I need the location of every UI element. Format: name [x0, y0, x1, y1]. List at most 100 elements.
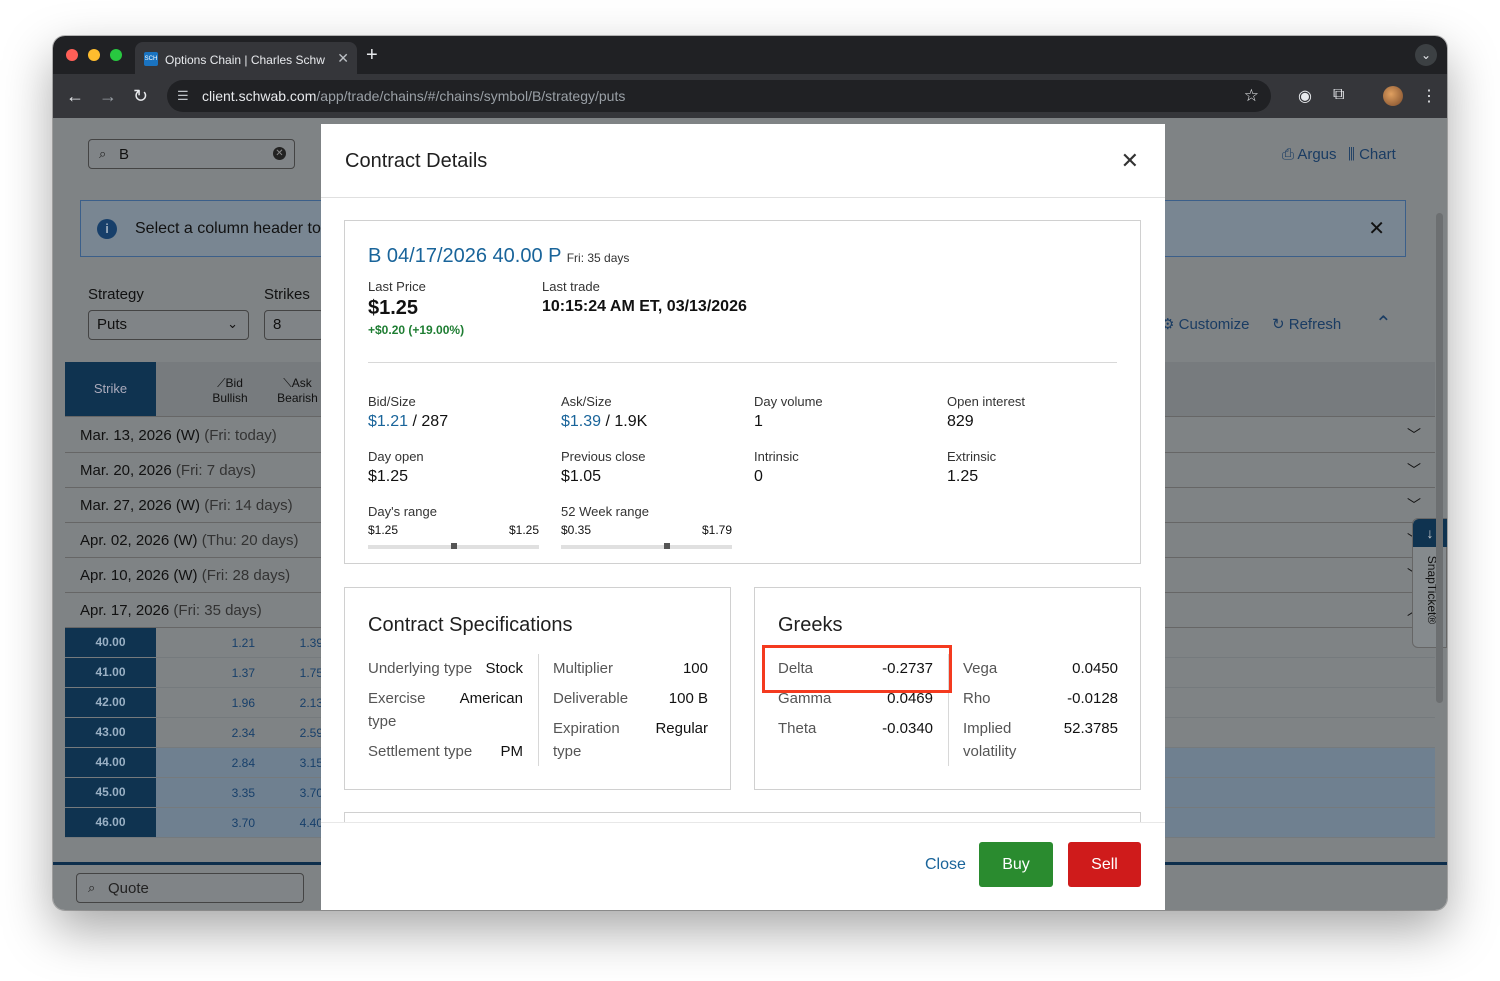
greeks-title: Greeks	[778, 614, 843, 636]
tab-search-chevron-icon[interactable]: ⌄	[1415, 44, 1437, 66]
url-field[interactable]: ☰ client.schwab.com/app/trade/chains/#/c…	[167, 80, 1271, 112]
ask-cell[interactable]: 3.70	[283, 786, 323, 800]
bid-cell[interactable]: 3.70	[215, 816, 255, 830]
strategy-select[interactable]: Puts ⌄	[88, 310, 249, 340]
chevron-down-icon[interactable]: ﹀	[1407, 460, 1421, 480]
address-bar: ← → ↻ ☰ client.schwab.com/app/trade/chai…	[53, 74, 1447, 118]
maximize-window-button[interactable]	[110, 49, 122, 61]
chevron-down-icon: ⌄	[227, 316, 238, 331]
expiration-detail: (Fri: 35 days)	[173, 602, 262, 619]
contract-name: B 04/17/2026 40.00 P	[368, 245, 562, 267]
last-trade-label: Last trade	[542, 279, 600, 294]
bookmark-star-icon[interactable]: ☆	[1244, 86, 1259, 106]
exercise-type-label: Exercise type	[368, 690, 426, 730]
strike-column-header[interactable]: Strike	[65, 362, 156, 416]
reload-icon[interactable]: ↻	[133, 86, 148, 107]
strike-cell[interactable]: 43.00	[65, 718, 156, 747]
buy-button[interactable]: Buy	[979, 842, 1053, 887]
strikes-select[interactable]: 8	[264, 310, 324, 340]
symbol-search-value: B	[119, 146, 130, 163]
customize-label: Customize	[1178, 316, 1250, 333]
browser-tab[interactable]: SCH Options Chain | Charles Schw ✕	[135, 42, 357, 74]
vega-label: Vega	[963, 660, 998, 677]
last-price-label: Last Price	[368, 279, 426, 294]
previous-close-value: $1.05	[561, 468, 602, 485]
extensions-puzzle-icon[interactable]: ⧉	[1333, 86, 1344, 104]
sell-button[interactable]: Sell	[1068, 842, 1141, 887]
page-scrollbar[interactable]	[1436, 213, 1443, 703]
close-dialog-icon[interactable]: ✕	[1121, 148, 1139, 174]
chevron-down-icon[interactable]: ﹀	[1407, 495, 1421, 515]
strike-cell[interactable]: 44.00	[65, 748, 156, 777]
ask-cell[interactable]: 4.40	[283, 816, 323, 830]
collapse-up-icon[interactable]: ⌃	[1375, 311, 1392, 336]
strategy-value: Puts	[97, 316, 128, 333]
strike-cell[interactable]: 46.00	[65, 808, 156, 837]
ask-cell[interactable]: 3.15	[283, 756, 323, 770]
bid-cell[interactable]: 2.84	[215, 756, 255, 770]
expiration-date: Mar. 13, 2026 (W)	[80, 427, 201, 444]
ask-cell[interactable]: 2.13	[283, 696, 323, 710]
quote-input[interactable]: ⌕ Quote	[76, 873, 304, 903]
refresh-button[interactable]: ↻ Refresh	[1272, 315, 1341, 333]
ask-column-header[interactable]: ⟍Ask Bearish	[270, 376, 325, 406]
close-tab-icon[interactable]: ✕	[337, 50, 349, 67]
bid-cell[interactable]: 1.37	[215, 666, 255, 680]
strike-cell[interactable]: 41.00	[65, 658, 156, 687]
close-window-button[interactable]	[66, 49, 78, 61]
strike-cell[interactable]: 40.00	[65, 628, 156, 657]
multiplier-value: 100	[682, 660, 708, 677]
close-button[interactable]: Close	[925, 856, 966, 874]
contract-details-dialog: Contract Details ✕ B 04/17/2026 40.00 P …	[321, 124, 1165, 910]
ask-cell[interactable]: 1.39	[283, 636, 323, 650]
argus-link[interactable]: ⎙ Argus	[1282, 146, 1337, 163]
expiration-label: Mar. 27, 2026 (W) (Fri: 14 days)	[80, 497, 293, 514]
bid-cell[interactable]: 3.35	[215, 786, 255, 800]
password-manager-icon[interactable]: ◉	[1298, 86, 1312, 106]
bid-cell[interactable]: 1.96	[215, 696, 255, 710]
day-volume-value: 1	[754, 413, 763, 430]
chart-link[interactable]: ⫼ Chart	[1348, 146, 1396, 163]
bid-column-header[interactable]: ⟋Bid Bullish	[205, 376, 255, 406]
additional-section-card	[344, 812, 1141, 822]
bid-size-label: Bid/Size	[368, 394, 416, 409]
ask-size-value: $1.39 / 1.9K	[561, 413, 648, 430]
close-banner-icon[interactable]: ✕	[1368, 216, 1385, 241]
symbol-search-input[interactable]: ⌕ B ✕	[88, 139, 295, 169]
browser-menu-icon[interactable]: ⋮	[1421, 86, 1437, 106]
minimize-window-button[interactable]	[88, 49, 100, 61]
ask-header-sub: Bearish	[277, 391, 318, 405]
site-info-icon[interactable]: ☰	[177, 88, 189, 104]
ask-cell[interactable]: 2.59	[283, 726, 323, 740]
clear-search-icon[interactable]: ✕	[273, 147, 286, 160]
tab-bar: SCH Options Chain | Charles Schw ✕ + ⌄	[53, 36, 1447, 74]
contract-summary-card: B 04/17/2026 40.00 P Fri: 35 days Last P…	[344, 220, 1141, 564]
week52-marker	[664, 543, 670, 549]
specifications-title: Contract Specifications	[368, 614, 573, 636]
customize-button[interactable]: ⚙ Customize	[1161, 315, 1249, 333]
back-arrow-icon[interactable]: ←	[66, 86, 84, 107]
price-change: +$0.20 (+19.00%)	[368, 323, 465, 337]
week52-high: $1.79	[701, 523, 732, 537]
deliverable-label: Deliverable	[553, 690, 629, 707]
expiration-detail: (Fri: 14 days)	[204, 497, 293, 514]
new-tab-button[interactable]: +	[366, 44, 378, 67]
strike-cell[interactable]: 45.00	[65, 778, 156, 807]
chevron-down-icon[interactable]: ﹀	[1407, 425, 1421, 445]
profile-avatar[interactable]	[1383, 86, 1403, 106]
ask-cell[interactable]: 1.75	[283, 666, 323, 680]
bid-cell[interactable]: 1.21	[215, 636, 255, 650]
last-price-value: $1.25	[368, 297, 419, 319]
underlying-type-label: Underlying type	[368, 660, 473, 677]
bid-trend-icon: ⟋	[217, 376, 226, 390]
bid-cell[interactable]: 2.34	[215, 726, 255, 740]
strike-cell[interactable]: 42.00	[65, 688, 156, 717]
multiplier-label: Multiplier	[553, 660, 614, 677]
forward-arrow-icon[interactable]: →	[99, 86, 117, 107]
expiration-detail: (Fri: 28 days)	[201, 567, 291, 584]
strikes-label: Strikes	[264, 286, 310, 303]
day-open-label: Day open	[368, 449, 424, 464]
specs-column-divider	[538, 654, 539, 766]
url-domain: client.schwab.com	[202, 88, 317, 104]
intrinsic-label: Intrinsic	[754, 449, 799, 464]
